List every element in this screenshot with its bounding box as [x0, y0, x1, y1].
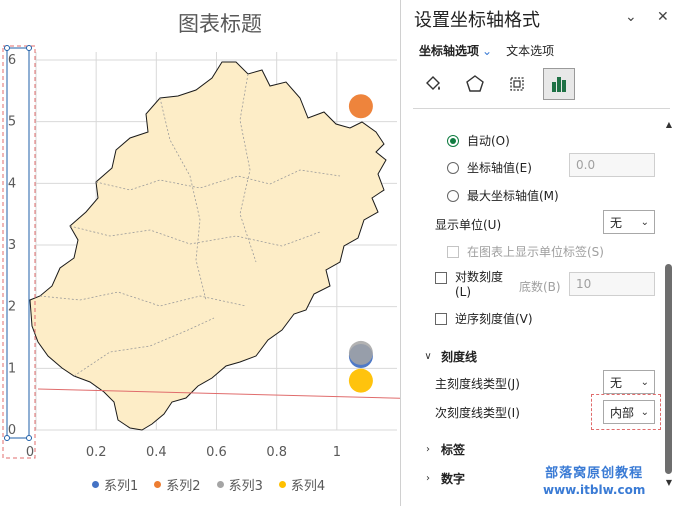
caret-down-icon: ∨: [424, 351, 432, 362]
y-tick-label: 4: [8, 176, 16, 191]
reverse-order-label: 逆序刻度值(V): [455, 312, 533, 326]
chevron-down-icon: ⌄: [640, 406, 649, 418]
legend-label-series4: 系列4: [290, 479, 326, 494]
chevron-down-icon: ⌄: [640, 216, 649, 228]
x-tick-label: 1: [333, 445, 341, 460]
display-units-value: 无: [610, 215, 623, 230]
caret-right-icon: ›: [426, 444, 430, 455]
legend-item-series2[interactable]: 系列2: [154, 475, 201, 494]
y-tick-label: 2: [8, 300, 16, 315]
plot-svg: 01234560 0.2 0.4 0.6 0.8 1: [2, 45, 400, 460]
major-tick-label: 主刻度线类型(J): [435, 377, 520, 391]
effects-pentagon-icon[interactable]: [459, 68, 491, 100]
tab-axis-options[interactable]: 坐标轴选项 ⌄: [419, 42, 492, 59]
legend[interactable]: 系列1 系列2 系列3 系列4: [92, 475, 325, 494]
legend-item-series4[interactable]: 系列4: [278, 475, 326, 494]
reverse-order-checkbox-box: [435, 312, 447, 325]
size-properties-icon[interactable]: [501, 68, 533, 100]
chart-area[interactable]: 0 1 2 3 4 5 6 0 0.2 0.4 0.6 0.8 1 图表标题 系列1 系列2 系列3 系…: [0, 0, 400, 506]
x-tick-label: 0.2: [86, 445, 107, 460]
pane-title: 设置坐标轴格式: [414, 10, 540, 31]
radio-max-axis-value-label: 最大坐标轴值(M): [467, 189, 559, 203]
radio-axis-value-indicator: [447, 161, 459, 174]
chevron-down-icon: ⌄: [640, 376, 649, 388]
reverse-order-checkbox[interactable]: 逆序刻度值(V): [435, 310, 533, 327]
major-tick-value: 无: [610, 375, 623, 390]
legend-label-series3: 系列3: [228, 479, 263, 494]
section-labels[interactable]: › 标签: [423, 441, 465, 458]
watermark: 部落窝原创教程 www.itblw.com: [543, 466, 645, 498]
legend-marker-series2: [154, 481, 162, 488]
y-tick-label: 3: [8, 238, 16, 253]
display-units-label: 显示单位(U): [435, 218, 502, 232]
minor-tick-value: 内部: [610, 405, 635, 420]
x-tick-label: 0.6: [206, 445, 227, 460]
radio-axis-value[interactable]: 坐标轴值(E): [447, 159, 532, 176]
show-units-checkbox[interactable]: 在图表上显示单位标签(S): [447, 243, 604, 260]
legend-marker-series4: [278, 481, 286, 488]
base-label: 底数(B): [519, 280, 561, 294]
y-tick-label: 5: [8, 115, 16, 130]
tick-marks-header: 刻度线: [441, 350, 478, 364]
base-input[interactable]: 10: [569, 272, 655, 296]
watermark-line1: 部落窝原创教程: [545, 466, 644, 481]
x-tick-label: 0.8: [266, 445, 287, 460]
log-scale-checkbox[interactable]: 对数刻度 (L): [435, 270, 503, 300]
axis-options-bar-chart-icon[interactable]: [543, 68, 575, 100]
data-point-series4[interactable]: [348, 368, 373, 393]
labels-header: 标签: [441, 443, 466, 457]
radio-max-axis-value-indicator: [447, 189, 459, 202]
section-tick-marks[interactable]: ∨ 刻度线: [423, 348, 477, 365]
axis-value-input[interactable]: 0.0: [569, 153, 655, 177]
y-tick-label: 0: [8, 423, 16, 438]
log-scale-checkbox-box: [435, 272, 447, 284]
log-scale-label: 对数刻度: [455, 270, 504, 284]
legend-item-series3[interactable]: 系列3: [216, 475, 263, 494]
legend-label-series2: 系列2: [166, 479, 201, 494]
y-tick-label: 1: [8, 361, 16, 376]
tab-chevron-down-icon: ⌄: [482, 44, 493, 58]
radio-max-axis-value[interactable]: 最大坐标轴值(M): [447, 187, 559, 204]
fujian-map-shape: [29, 61, 387, 431]
pane-divider: [413, 108, 670, 109]
show-units-checkbox-box: [447, 245, 459, 258]
show-units-label: 在图表上显示单位标签(S): [467, 245, 604, 259]
scroll-down-icon[interactable]: ▼: [663, 478, 675, 487]
log-scale-label-shortcut: (L): [455, 285, 472, 299]
major-tick-dropdown[interactable]: 无 ⌄: [603, 370, 655, 394]
radio-axis-value-label: 坐标轴值(E): [467, 161, 532, 175]
scroll-thumb[interactable]: [665, 264, 672, 474]
pane-scroll-body: 自动(O) 坐标轴值(E) 0.0 最大坐标轴值(M) 显示单位(U) 无 ⌄ …: [401, 112, 665, 496]
chart-title[interactable]: 图表标题: [0, 8, 440, 38]
legend-marker-series3: [216, 481, 224, 488]
display-units-dropdown[interactable]: 无 ⌄: [603, 210, 655, 234]
radio-auto-indicator: [447, 134, 459, 147]
caret-right-icon: ›: [426, 473, 430, 484]
radio-auto[interactable]: 自动(O): [447, 132, 510, 149]
section-number[interactable]: › 数字: [423, 470, 465, 487]
radio-auto-label: 自动(O): [467, 134, 510, 148]
fill-line-icon[interactable]: [417, 68, 449, 100]
format-axis-pane: 设置坐标轴格式 ⌄ ✕ 坐标轴选项 ⌄ 文本选项 自动(O) 坐标轴值(E) 0…: [400, 0, 682, 506]
legend-marker-series1: [92, 481, 99, 488]
pane-options-chevron-icon[interactable]: ⌄: [625, 9, 637, 25]
minor-tick-dropdown[interactable]: 内部 ⌄: [603, 400, 655, 424]
legend-label-series1: 系列1: [104, 479, 139, 494]
tab-axis-options-label: 坐标轴选项: [419, 44, 480, 58]
y-tick-label: 6: [8, 53, 16, 68]
scroll-up-icon[interactable]: ▲: [663, 120, 675, 129]
number-header: 数字: [441, 472, 466, 486]
callout-arrow: [37, 388, 400, 399]
watermark-line2: www.itblw.com: [543, 483, 646, 497]
minor-tick-label: 次刻度线类型(I): [435, 406, 520, 420]
data-point-series3[interactable]: [348, 340, 373, 365]
tab-text-options[interactable]: 文本选项: [506, 42, 554, 59]
x-tick-label: 0.4: [146, 445, 167, 460]
data-point-series2[interactable]: [348, 94, 373, 119]
legend-item-series1[interactable]: 系列1: [92, 475, 138, 494]
pane-scrollbar[interactable]: ▲ ▼: [663, 118, 675, 492]
pane-close-icon[interactable]: ✕: [657, 9, 669, 25]
